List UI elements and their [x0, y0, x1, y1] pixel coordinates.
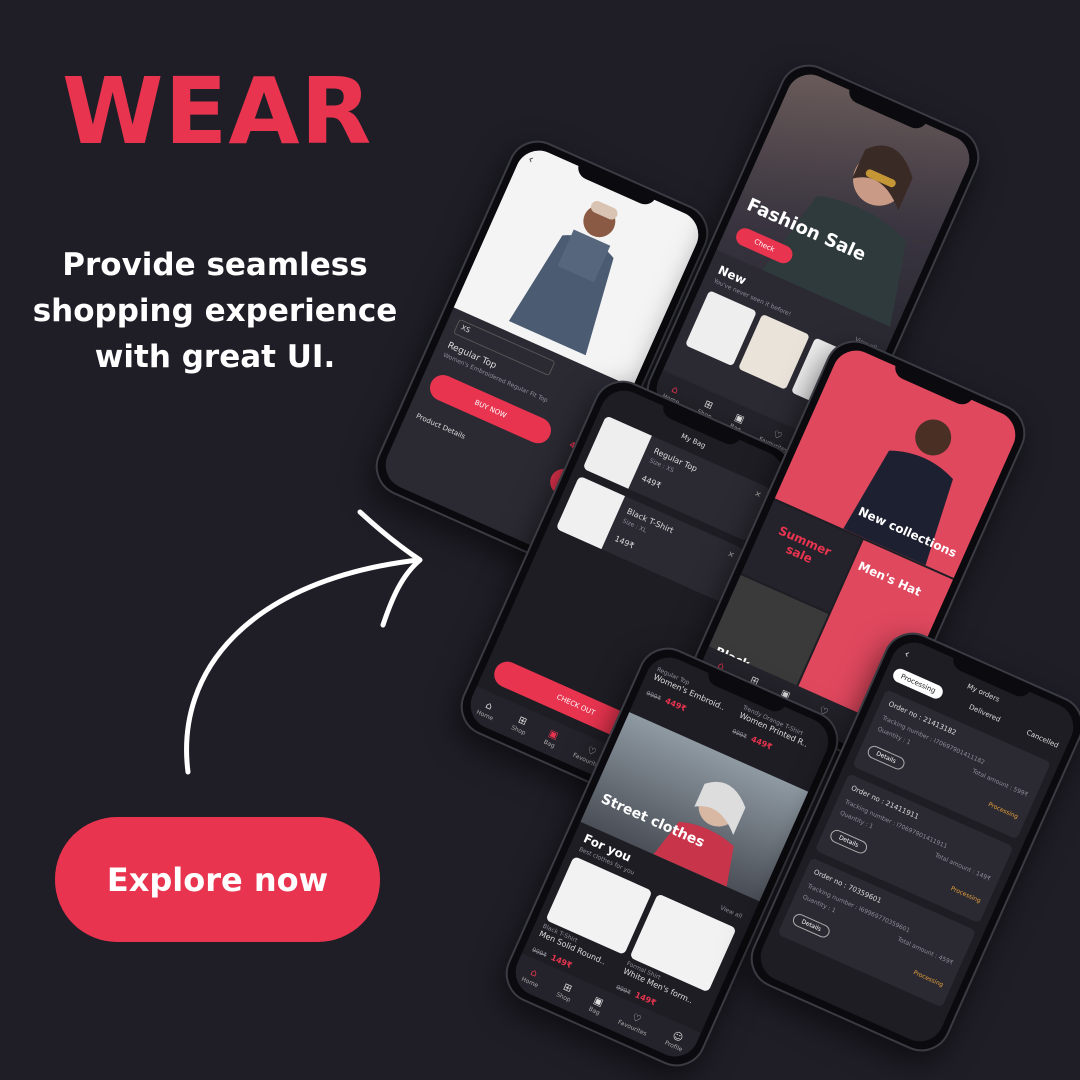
tab-cancelled[interactable]: Cancelled [1025, 728, 1060, 749]
order-status: Processing [987, 801, 1020, 821]
old-price: 999₹ [530, 946, 548, 960]
order-total: Total amount : 149₹ [933, 851, 992, 883]
nav-bag[interactable]: ▣Bag [588, 994, 606, 1017]
order-total: Total amount : 599₹ [971, 767, 1029, 799]
product-card[interactable]: Trendy Orange T-Shirt Women Printed R.. … [730, 704, 825, 772]
nav-home[interactable]: ⌂Home [475, 697, 499, 722]
product-details-link[interactable]: Product Details [415, 412, 467, 441]
nav-shop[interactable]: ⊞Shop [555, 980, 577, 1003]
details-button[interactable]: Details [828, 827, 870, 856]
product-price: 449₹ [663, 696, 688, 714]
nav-favourites[interactable]: ♡Favourites [617, 1007, 653, 1037]
old-price: 999₹ [614, 983, 632, 997]
remove-icon[interactable]: ✕ [753, 489, 763, 500]
old-price: 999₹ [645, 689, 662, 703]
remove-icon[interactable]: ✕ [726, 549, 736, 560]
mens-hat-title: Men's Hat [855, 558, 924, 600]
bag-item-price: 149₹ [613, 534, 636, 551]
bag-item-price: 449₹ [640, 473, 663, 491]
home-icon: ⌂ [669, 383, 681, 397]
home-icon: ⌂ [528, 966, 540, 980]
tab-delivered[interactable]: Delivered [968, 703, 1002, 724]
order-status: Processing [949, 885, 982, 905]
buy-now-button[interactable]: BUY NOW [425, 370, 556, 448]
order-total: Total amount : 459₹ [896, 935, 955, 967]
old-price: 999₹ [730, 727, 748, 741]
nav-shop[interactable]: ⊞Shop [510, 713, 532, 736]
nav-profile[interactable]: ☺Profile [664, 1028, 689, 1053]
details-button[interactable]: Details [790, 911, 832, 940]
nav-home[interactable]: ⌂Home [520, 964, 544, 989]
summer-sale-title: Summer sale [776, 523, 834, 567]
phone-mockups: ‹ XS Regular Top Women's Embroidered Reg… [0, 0, 1080, 1080]
order-status: Processing [912, 969, 945, 989]
nav-bag[interactable]: ▣Bag [543, 727, 561, 750]
view-all-link[interactable]: View all [719, 904, 743, 920]
product-price: 449₹ [749, 734, 774, 752]
details-button[interactable]: Details [865, 743, 907, 772]
home-icon: ⌂ [483, 699, 495, 713]
